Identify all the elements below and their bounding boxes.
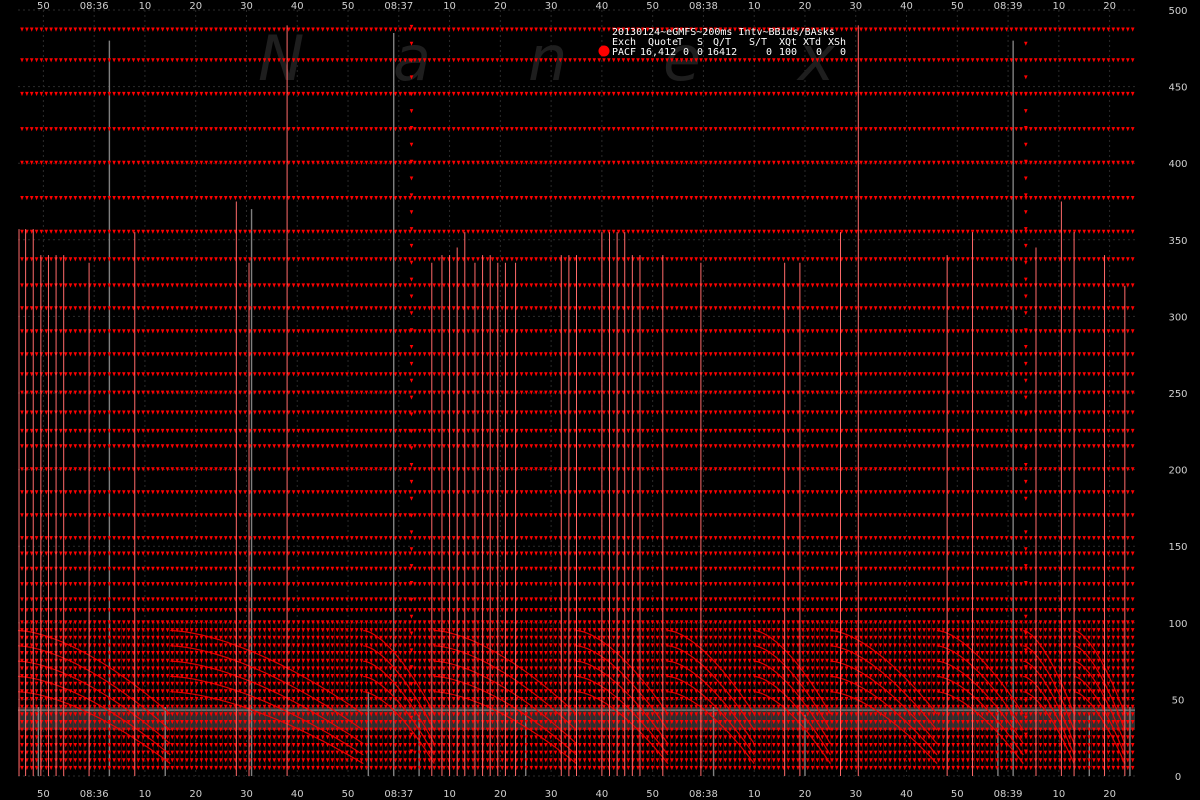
x-tick-label-top: 20 xyxy=(494,1,507,12)
legend-row-cell: 0 xyxy=(840,47,846,58)
x-tick-label-top: 20 xyxy=(799,1,812,12)
y-tick-label: 150 xyxy=(1168,542,1187,553)
x-tick-label-bottom: 30 xyxy=(849,789,862,800)
x-tick-label-top: 08:36 xyxy=(80,1,109,12)
y-tick-label: 100 xyxy=(1168,619,1187,630)
x-tick-label-bottom: 40 xyxy=(900,789,913,800)
x-tick-label-top: 20 xyxy=(1103,1,1116,12)
legend-row-cell: 0 xyxy=(697,47,703,58)
x-tick-label-bottom: 10 xyxy=(139,789,152,800)
x-tick-label-top: 08:39 xyxy=(994,1,1023,12)
x-tick-label-top: 50 xyxy=(37,1,50,12)
x-tick-label-top: 10 xyxy=(443,1,456,12)
x-tick-label-bottom: 08:39 xyxy=(994,789,1023,800)
x-tick-label-top: 40 xyxy=(291,1,304,12)
x-tick-label-top: 10 xyxy=(1052,1,1065,12)
x-tick-label-bottom: 08:38 xyxy=(689,789,718,800)
x-tick-label-bottom: 30 xyxy=(545,789,558,800)
x-tick-label-bottom: 50 xyxy=(646,789,659,800)
x-tick-label-top: 50 xyxy=(342,1,355,12)
x-tick-label-bottom: 50 xyxy=(342,789,355,800)
x-tick-label-bottom: 20 xyxy=(1103,789,1116,800)
x-tick-label-bottom: 10 xyxy=(443,789,456,800)
x-tick-label-top: 30 xyxy=(545,1,558,12)
x-tick-label-bottom: 10 xyxy=(1052,789,1065,800)
legend-row-cell: 0 xyxy=(816,47,822,58)
legend-row-cell: PACF xyxy=(612,47,636,58)
x-tick-label-top: 08:38 xyxy=(689,1,718,12)
x-tick-label-bottom: 50 xyxy=(951,789,964,800)
x-tick-label-bottom: 50 xyxy=(37,789,50,800)
y-tick-label: 200 xyxy=(1168,466,1187,477)
x-tick-label-top: 10 xyxy=(139,1,152,12)
legend-row-cell: 0 xyxy=(766,47,772,58)
x-tick-label-bottom: 08:36 xyxy=(80,789,109,800)
x-tick-label-bottom: 08:37 xyxy=(384,789,413,800)
x-tick-label-bottom: 30 xyxy=(240,789,253,800)
legend-header-cell: S/T xyxy=(749,37,767,48)
y-tick-label: 450 xyxy=(1168,83,1187,94)
x-tick-label-bottom: 40 xyxy=(291,789,304,800)
x-tick-label-top: 08:37 xyxy=(384,1,413,12)
x-tick-label-top: 50 xyxy=(646,1,659,12)
x-tick-label-top: 30 xyxy=(240,1,253,12)
x-tick-label-bottom: 20 xyxy=(189,789,202,800)
x-tick-label-top: 10 xyxy=(748,1,761,12)
x-tick-label-top: 20 xyxy=(189,1,202,12)
y-tick-label: 350 xyxy=(1168,236,1187,247)
y-tick-label: 0 xyxy=(1175,772,1181,783)
legend-row-cell: 100 xyxy=(779,47,797,58)
x-tick-label-bottom: 20 xyxy=(494,789,507,800)
legend-marker-icon xyxy=(598,45,610,57)
x-tick-label-top: 30 xyxy=(849,1,862,12)
x-tick-label-top: 40 xyxy=(900,1,913,12)
chart-canvas: Nanex 0501001502002503003504004505005050… xyxy=(0,0,1200,800)
y-tick-label: 500 xyxy=(1168,6,1187,17)
x-tick-label-top: 40 xyxy=(596,1,609,12)
y-tick-label: 300 xyxy=(1168,312,1187,323)
legend-row-cell: 16412 xyxy=(707,47,737,58)
x-tick-label-top: 50 xyxy=(951,1,964,12)
y-tick-label: 400 xyxy=(1168,159,1187,170)
y-tick-label: 50 xyxy=(1172,695,1185,706)
x-tick-label-bottom: 40 xyxy=(596,789,609,800)
legend-row-cell: 16,412 xyxy=(640,47,676,58)
legend-row-cell: 0 xyxy=(683,47,689,58)
x-tick-label-bottom: 20 xyxy=(799,789,812,800)
y-tick-label: 250 xyxy=(1168,389,1187,400)
x-tick-label-bottom: 10 xyxy=(748,789,761,800)
